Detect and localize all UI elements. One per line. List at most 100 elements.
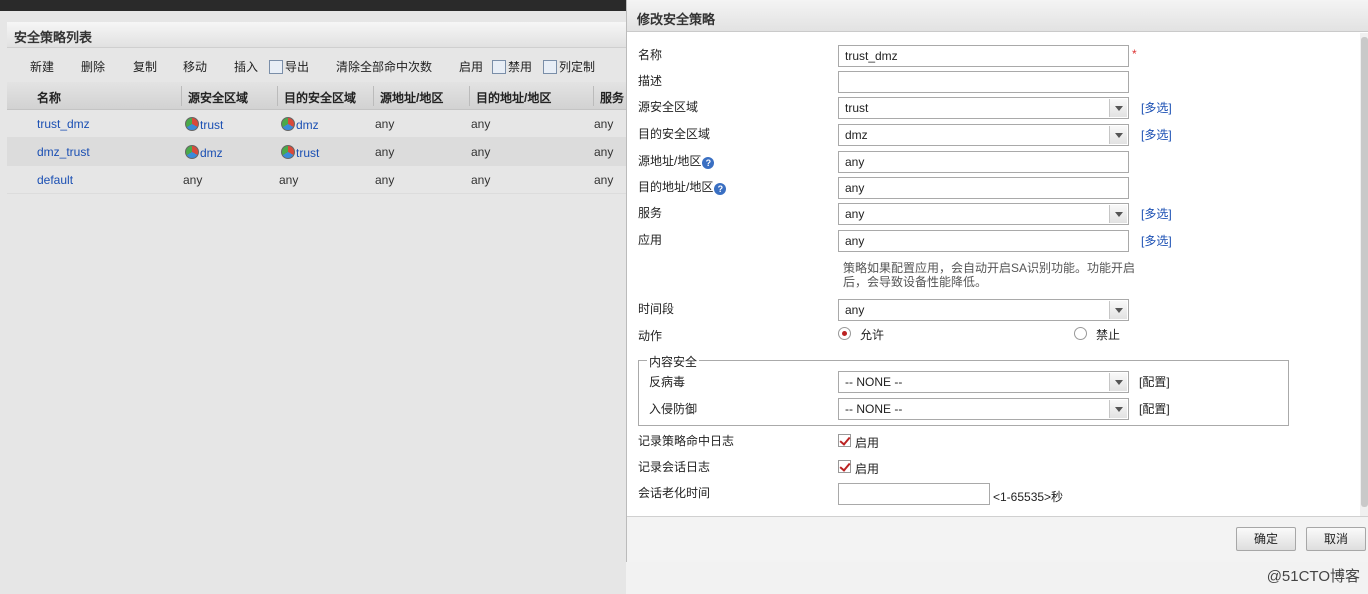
policy-toolbar: 新建 删除 复制 移动 插入 导出 清除全部命中次数 启用 禁用 列定制 [7,54,626,78]
table-row[interactable]: default any any any any any [7,166,626,194]
antivirus-config-link[interactable]: [配置] [1139,373,1170,390]
panel-header: 安全策略列表 [7,22,626,48]
dialog-scrollbar[interactable] [1360,33,1368,516]
ips-label: 入侵防御 [649,402,698,416]
move-button[interactable]: 移动 [183,58,207,75]
ips-value: -- NONE -- [845,402,903,416]
scrollbar-thumb[interactable] [1361,37,1368,507]
ips-select[interactable]: -- NONE -- [838,398,1129,420]
session-timeout-label: 会话老化时间 [638,486,711,500]
dst-zone-multi-link[interactable]: [多选] [1141,126,1172,143]
action-label: 动作 [638,329,663,343]
content-security-legend: 内容安全 [647,353,700,370]
delete-button[interactable]: 删除 [81,58,105,75]
row-name[interactable]: default [37,173,73,187]
service-select[interactable]: any [838,203,1129,225]
chevron-down-icon [1109,301,1127,319]
col-src-zone[interactable]: 源安全区域 [188,89,248,106]
disable-icon [492,60,506,74]
clear-hits-button[interactable]: 清除全部命中次数 [336,58,432,75]
src-zone-select[interactable]: trust [838,97,1129,119]
col-name[interactable]: 名称 [37,89,61,106]
disable-button[interactable]: 禁用 [492,58,532,75]
dst-addr-input[interactable] [838,177,1129,199]
dst-zone-value: dmz [845,128,868,142]
dst-zone-select[interactable]: dmz [838,124,1129,146]
row-name[interactable]: dmz_trust [37,145,90,159]
enable-button[interactable]: 启用 [459,58,483,75]
antivirus-label: 反病毒 [649,375,686,389]
ips-config-link[interactable]: [配置] [1139,400,1170,417]
row-src-zone: trust [185,117,223,132]
table-header: 名称 源安全区域 目的安全区域 源地址/地区 目的地址/地区 服务 [7,82,626,110]
policy-list-panel: 安全策略列表 新建 删除 复制 移动 插入 导出 清除全部命中次数 启用 禁用 … [0,0,626,594]
row-src-zone: any [183,173,203,187]
row-src-addr: any [375,117,395,131]
row-name[interactable]: trust_dmz [37,117,90,131]
time-select[interactable]: any [838,299,1129,321]
src-zone-label: 源安全区域 [638,100,699,114]
row-service: any [594,145,614,159]
cancel-button[interactable]: 取消 [1306,527,1366,551]
export-icon [269,60,283,74]
log-hit-enable-label: 启用 [855,436,880,450]
table-row[interactable]: trust_dmz trust dmz any any any [7,110,626,138]
log-session-checkbox[interactable] [838,460,851,473]
zone-icon [281,117,295,131]
columns-icon [543,60,557,74]
row-src-zone: dmz [185,145,223,160]
chevron-down-icon [1109,373,1127,391]
watermark: @51CTO博客 [1266,568,1360,585]
new-button[interactable]: 新建 [30,58,54,75]
dialog-header: 修改安全策略 [627,0,1368,32]
app-note: 策略如果配置应用，会自动开启SA识别功能。功能开启后，会导致设备性能降低。 [843,261,1136,289]
log-hit-label: 记录策略命中日志 [638,434,735,448]
help-icon[interactable]: ? [714,183,727,195]
col-service[interactable]: 服务 [600,89,624,106]
columns-button[interactable]: 列定制 [543,58,595,75]
log-session-enable-label: 启用 [855,462,880,476]
name-input[interactable] [838,45,1129,67]
zone-icon [281,145,295,159]
policy-table: 名称 源安全区域 目的安全区域 源地址/地区 目的地址/地区 服务 trust_… [7,82,626,194]
disable-label: 禁用 [508,60,533,74]
src-zone-multi-link[interactable]: [多选] [1141,99,1172,116]
log-hit-checkbox[interactable] [838,434,851,447]
export-button[interactable]: 导出 [269,58,309,75]
allow-radio[interactable] [838,327,851,340]
src-addr-input[interactable] [838,151,1129,173]
app-label: 应用 [638,233,663,247]
table-row[interactable]: dmz_trust dmz trust any any any [7,138,626,166]
app-input[interactable] [838,230,1129,252]
chevron-down-icon [1109,400,1127,418]
export-label: 导出 [285,60,310,74]
desc-input[interactable] [838,71,1129,93]
deny-label: 禁止 [1096,328,1121,342]
service-multi-link[interactable]: [多选] [1141,205,1172,222]
session-timeout-input[interactable] [838,483,990,505]
session-timeout-hint: <1-65535>秒 [993,490,1064,504]
dst-zone-label: 目的安全区域 [638,127,711,141]
row-src-addr: any [375,173,395,187]
help-icon[interactable]: ? [702,157,715,169]
app-multi-link[interactable]: [多选] [1141,232,1172,249]
chevron-down-icon [1109,205,1127,223]
insert-button[interactable]: 插入 [234,58,258,75]
col-dst-addr[interactable]: 目的地址/地区 [476,89,551,106]
ok-button[interactable]: 确定 [1236,527,1296,551]
copy-button[interactable]: 复制 [133,58,157,75]
row-dst-zone: dmz [281,117,319,132]
antivirus-select[interactable]: -- NONE -- [838,371,1129,393]
row-dst-addr: any [471,145,491,159]
col-src-addr[interactable]: 源地址/地区 [380,89,443,106]
top-navigation [0,0,626,11]
desc-label: 描述 [638,74,663,88]
deny-radio[interactable] [1074,327,1087,340]
src-addr-label: 源地址/地区? [638,152,715,169]
col-dst-zone[interactable]: 目的安全区域 [284,89,356,106]
log-session-label: 记录会话日志 [638,460,711,474]
service-label: 服务 [638,206,663,220]
row-dst-zone: any [279,173,299,187]
dst-addr-label: 目的地址/地区? [638,178,727,195]
zone-icon [185,145,199,159]
